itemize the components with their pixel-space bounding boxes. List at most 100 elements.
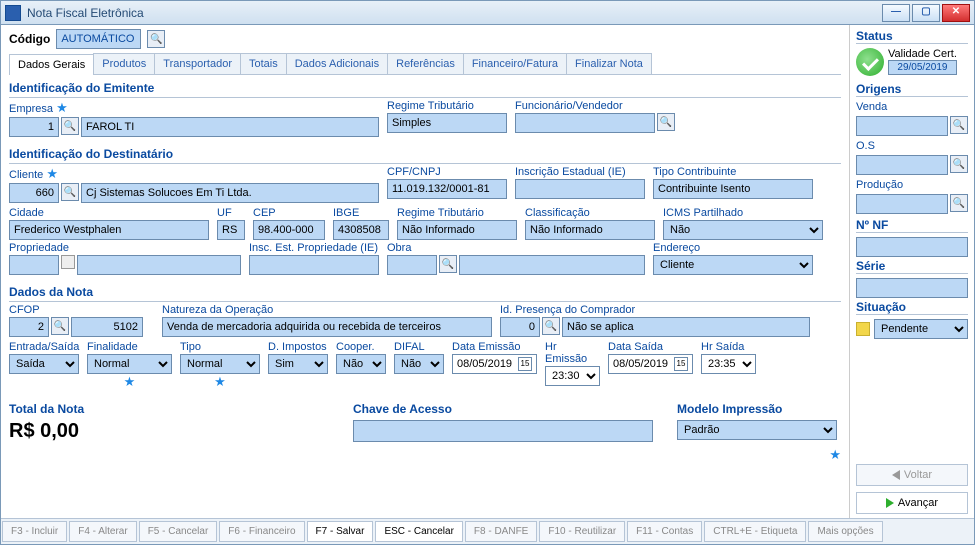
data-saida-label: Data Saída [608,341,693,353]
maximize-button[interactable]: ▢ [912,4,940,22]
nf-heading: Nº NF [856,218,968,233]
cep-input[interactable]: 98.400-000 [253,220,325,240]
calendar-icon[interactable]: 15 [518,357,532,371]
cfop-value-input[interactable]: 5102 [71,317,143,337]
cpf-cnpj-input[interactable]: 11.019.132/0001-81 [387,179,507,199]
cooper-select[interactable]: Não [336,354,386,374]
cliente-code-input[interactable]: 660 [9,183,59,203]
funcionario-input[interactable] [515,113,655,133]
uf-input[interactable]: RS [217,220,245,240]
dimpostos-label: D. Impostos [268,341,328,353]
insc-prop-input[interactable] [249,255,379,275]
f8-button[interactable]: F8 - DANFE [465,521,537,542]
ibge-input[interactable]: 4308508 [333,220,389,240]
f11-button[interactable]: F11 - Contas [627,521,702,542]
venda-input[interactable] [856,116,948,136]
data-saida-input[interactable]: 08/05/201915 [608,354,693,374]
f5-button[interactable]: F5 - Cancelar [139,521,218,542]
regime-input[interactable]: Simples [387,113,507,133]
arrow-right-icon [886,498,894,508]
tab-referencias[interactable]: Referências [387,53,464,74]
chave-input[interactable] [353,420,653,442]
star-icon: ★ [56,100,68,116]
hr-emissao-select[interactable]: 23:30 [545,366,600,386]
serie-input[interactable] [856,278,968,298]
finalidade-label: Finalidade [87,341,172,353]
tab-finalizar-nota[interactable]: Finalizar Nota [566,53,652,74]
f4-button[interactable]: F4 - Alterar [69,521,136,542]
os-input[interactable] [856,155,948,175]
empresa-code-input[interactable]: 1 [9,117,59,137]
modelo-select[interactable]: Padrão [677,420,837,440]
tab-dados-gerais[interactable]: Dados Gerais [9,54,94,75]
propriedade-input[interactable] [77,255,241,275]
codigo-lookup-icon[interactable] [147,30,165,48]
cfop-code-input[interactable]: 2 [9,317,49,337]
voltar-button[interactable]: Voltar [856,464,968,486]
natureza-label: Natureza da Operação [162,304,492,316]
cliente-name-input[interactable]: Cj Sistemas Solucoes Em Ti Ltda. [81,183,379,203]
mais-opcoes-button[interactable]: Mais opções [808,521,882,542]
cidade-label: Cidade [9,207,209,219]
empresa-lookup-icon[interactable] [61,117,79,135]
funcionario-lookup-icon[interactable] [657,113,675,131]
codigo-input[interactable]: AUTOMÁTICO [56,29,141,49]
natureza-input[interactable]: Venda de mercadoria adquirida ou recebid… [162,317,492,337]
cidade-input[interactable]: Frederico Westphalen [9,220,209,240]
tab-produtos[interactable]: Produtos [93,53,155,74]
situacao-select[interactable]: Pendente [874,319,968,339]
tab-transportador[interactable]: Transportador [154,53,241,74]
obra-input[interactable] [459,255,645,275]
empresa-name-input[interactable]: FAROL TI [81,117,379,137]
endereco-select[interactable]: Cliente [653,255,813,275]
icms-partilhado-label: ICMS Partilhado [663,207,823,219]
esc-button[interactable]: ESC - Cancelar [375,521,462,542]
hr-saida-select[interactable]: 23:35 [701,354,756,374]
star-icon: ★ [829,447,841,463]
venda-lookup-icon[interactable] [950,116,968,134]
ctrl-e-button[interactable]: CTRL+E - Etiqueta [704,521,806,542]
ie-input[interactable] [515,179,645,199]
avancar-button[interactable]: Avançar [856,492,968,514]
presenca-code-input[interactable]: 0 [500,317,540,337]
close-button[interactable]: ✕ [942,4,970,22]
f3-button[interactable]: F3 - Incluir [2,521,67,542]
obra-lookup-icon[interactable] [439,255,457,273]
uf-label: UF [217,207,245,219]
cfop-label: CFOP [9,304,154,316]
cfop-lookup-icon[interactable] [51,317,69,335]
data-emissao-input[interactable]: 08/05/201915 [452,354,537,374]
titlebar: Nota Fiscal Eletrônica — ▢ ✕ [1,1,974,25]
icms-partilhado-select[interactable]: Não [663,220,823,240]
calendar-icon[interactable]: 15 [674,357,688,371]
difal-select[interactable]: Não [394,354,444,374]
os-lookup-icon[interactable] [950,155,968,173]
presenca-lookup-icon[interactable] [542,317,560,335]
producao-lookup-icon[interactable] [950,194,968,212]
entrada-saida-select[interactable]: Saída [9,354,79,374]
tipo-select[interactable]: Normal [180,354,260,374]
obra-code-input[interactable] [387,255,437,275]
producao-input[interactable] [856,194,948,214]
producao-label: Produção [856,179,968,191]
nf-input[interactable] [856,237,968,257]
tab-dados-adicionais[interactable]: Dados Adicionais [286,53,388,74]
regime-trib-dest-input[interactable]: Não Informado [397,220,517,240]
tipo-contribuinte-input[interactable]: Contribuinte Isento [653,179,813,199]
propriedade-code-input[interactable] [9,255,59,275]
check-icon [856,48,884,76]
minimize-button[interactable]: — [882,4,910,22]
f10-button[interactable]: F10 - Reutilizar [539,521,625,542]
finalidade-select[interactable]: Normal [87,354,172,374]
section-emitente: Identificação do Emitente [9,81,841,98]
presenca-input[interactable]: Não se aplica [562,317,810,337]
f7-button[interactable]: F7 - Salvar [307,521,374,542]
tab-totais[interactable]: Totais [240,53,287,74]
situacao-heading: Situação [856,300,968,315]
cliente-lookup-icon[interactable] [61,183,79,201]
tab-financeiro-fatura[interactable]: Financeiro/Fatura [463,53,567,74]
dimpostos-select[interactable]: Sim [268,354,328,374]
f6-button[interactable]: F6 - Financeiro [219,521,304,542]
propriedade-browse-icon[interactable] [61,255,75,269]
classificacao-input[interactable]: Não Informado [525,220,655,240]
